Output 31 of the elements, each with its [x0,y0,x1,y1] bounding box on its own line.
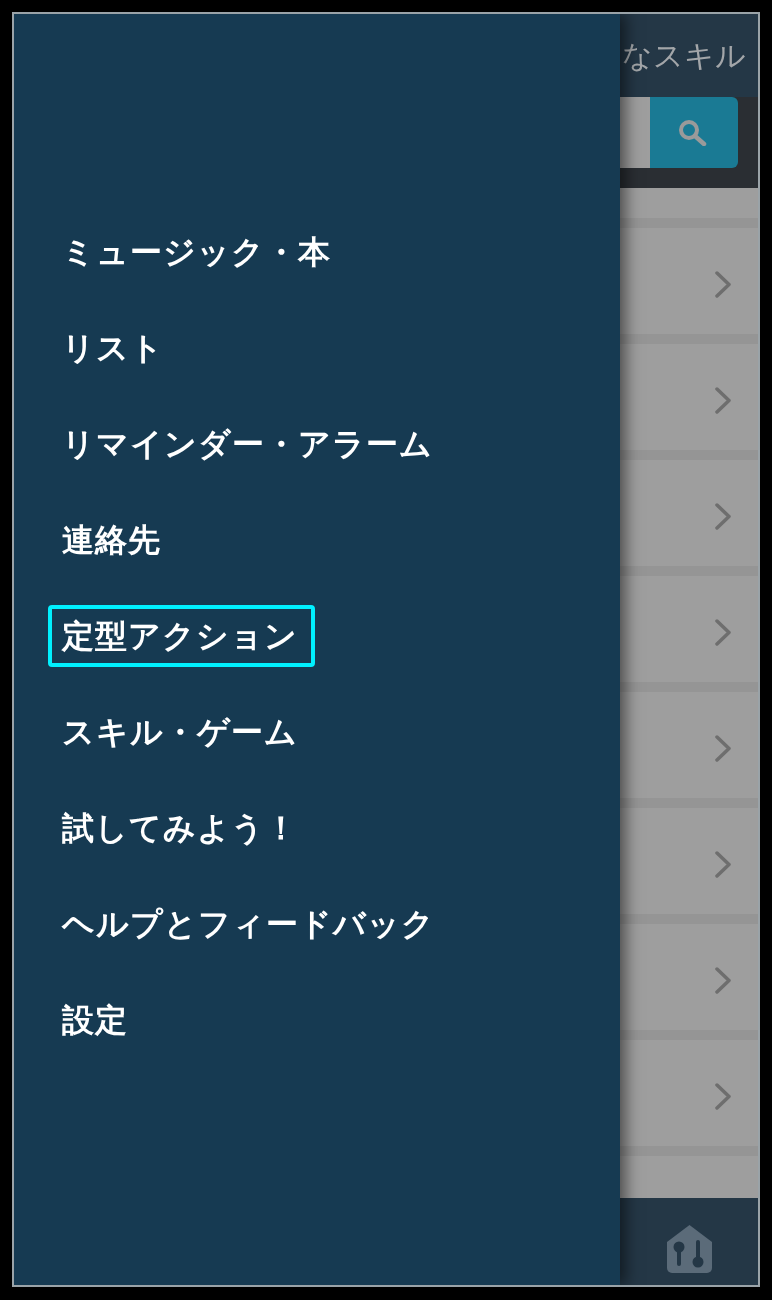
chevron-right-icon [715,502,731,530]
drawer-menu-item[interactable]: リスト [48,317,181,379]
chevron-right-icon [715,734,731,762]
list-row[interactable] [620,1156,758,1198]
list-row[interactable] [620,576,758,682]
list-row[interactable] [620,228,758,334]
drawer-menu-item[interactable]: 設定 [48,989,145,1051]
drawer-menu-item[interactable]: 定型アクション [48,605,315,667]
search-field[interactable] [620,97,650,168]
drawer-menu-item[interactable]: スキル・ゲーム [48,701,315,763]
list-row[interactable] [620,1040,758,1146]
list-row[interactable] [620,188,758,218]
drawer-menu-item[interactable]: ヘルプとフィードバック [48,893,452,955]
chevron-right-icon [715,966,731,994]
list-row[interactable] [620,808,758,914]
drawer-menu-item[interactable]: リマインダー・アラーム [48,413,450,475]
list-row[interactable] [620,692,758,798]
house-icon[interactable] [666,1225,712,1273]
drawer-menu-item[interactable]: 連絡先 [48,509,178,571]
chevron-right-icon [715,270,731,298]
header-title: なスキル [622,37,746,74]
drawer-menu-item[interactable]: 試してみよう！ [48,797,315,859]
list-row[interactable] [620,460,758,566]
chevron-right-icon [715,850,731,878]
list-row[interactable] [620,344,758,450]
chevron-right-icon [715,386,731,414]
list-row[interactable] [620,924,758,1030]
drawer-menu-item[interactable]: ミュージック・本 [48,221,348,283]
search-button[interactable] [650,97,738,168]
chevron-right-icon [715,1082,731,1110]
chevron-right-icon [715,618,731,646]
